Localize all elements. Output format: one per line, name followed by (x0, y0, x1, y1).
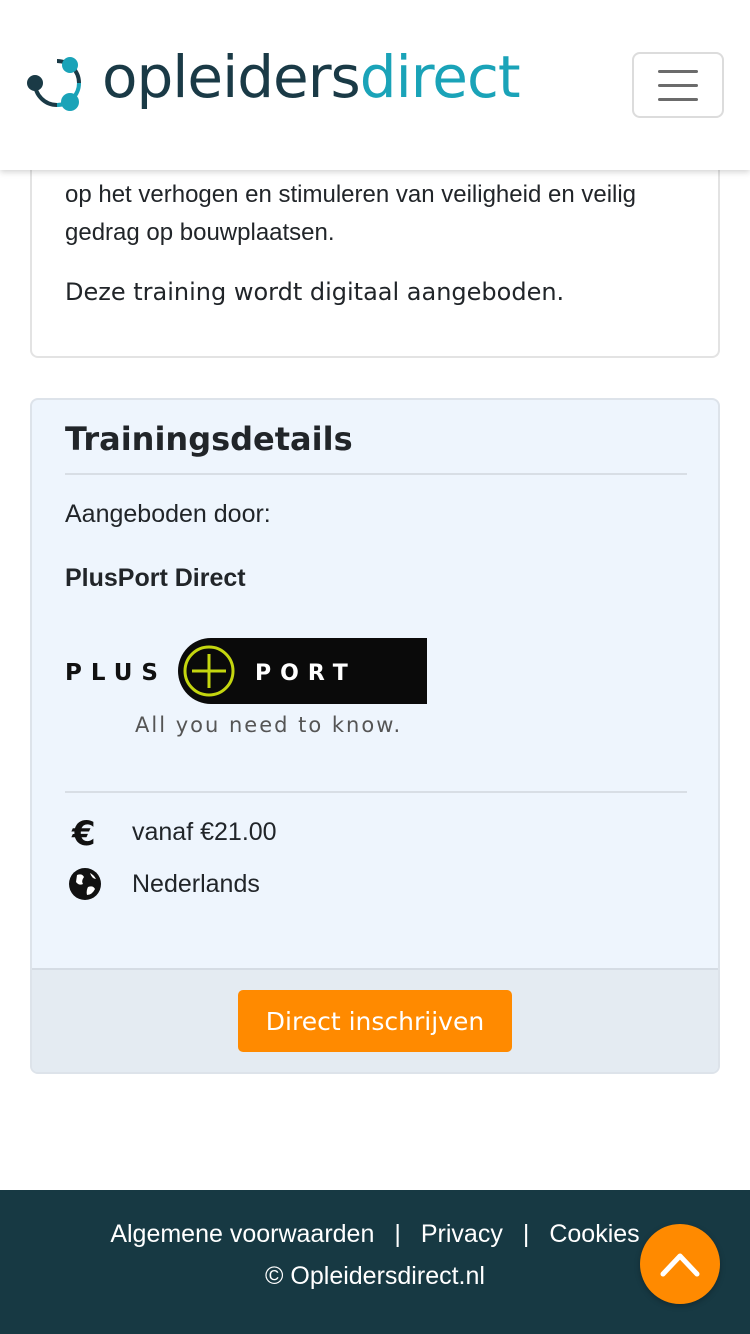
svg-text:PORT: PORT (255, 661, 357, 686)
language-text: Nederlands (132, 869, 260, 898)
price-text: vanaf €21.00 (132, 817, 277, 846)
chevron-up-icon (660, 1253, 700, 1277)
footer-separator: | (394, 1220, 401, 1248)
details-title: Trainingsdetails (65, 420, 353, 458)
site-footer: Algemene voorwaarden | Privacy | Cookies © O… (0, 1190, 750, 1334)
training-details-card: Trainingsdetails Aangeboden door: PlusPo… (30, 398, 720, 1074)
menu-toggle-button[interactable] (632, 52, 724, 118)
logo-mark-icon (27, 57, 81, 111)
site-header: opleidersdirect (0, 0, 750, 170)
scroll-to-top-button[interactable] (640, 1224, 720, 1304)
globe-icon (65, 864, 105, 904)
svg-text:PLUS: PLUS (65, 660, 167, 686)
divider (65, 473, 687, 475)
svg-text:€: € (71, 815, 96, 849)
copyright-text: © Opleidersdirect.nl (265, 1262, 485, 1290)
svg-text:All you need to know.: All you need to know. (135, 713, 402, 737)
footer-link-cookies[interactable]: Cookies (549, 1220, 639, 1248)
logo-wordmark: opleidersdirect (102, 43, 521, 111)
divider (65, 791, 687, 793)
footer-link-terms[interactable]: Algemene voorwaarden (110, 1220, 374, 1248)
hamburger-icon (658, 69, 698, 73)
footer-separator: | (522, 1220, 530, 1248)
enroll-button[interactable]: Direct inschrijven (238, 990, 512, 1052)
description-text: op het verhogen en stimuleren van veilig… (65, 181, 637, 246)
digital-note: Deze training wordt digitaal aangeboden. (65, 278, 565, 306)
price-row: € vanaf €21.00 (65, 812, 277, 852)
provider-name: PlusPort Direct (65, 564, 246, 592)
details-card-footer: Direct inschrijven (32, 968, 718, 1072)
footer-link-privacy[interactable]: Privacy (421, 1220, 503, 1248)
footer-links: Algemene voorwaarden | Privacy | Cookies (0, 1220, 750, 1249)
euro-icon: € (65, 812, 105, 852)
site-logo[interactable]: opleidersdirect (26, 43, 521, 118)
provider-logo: PLUS PORT All you need to know. (65, 638, 427, 737)
offered-by-label: Aangeboden door: (65, 500, 271, 528)
language-row: Nederlands (65, 864, 260, 904)
